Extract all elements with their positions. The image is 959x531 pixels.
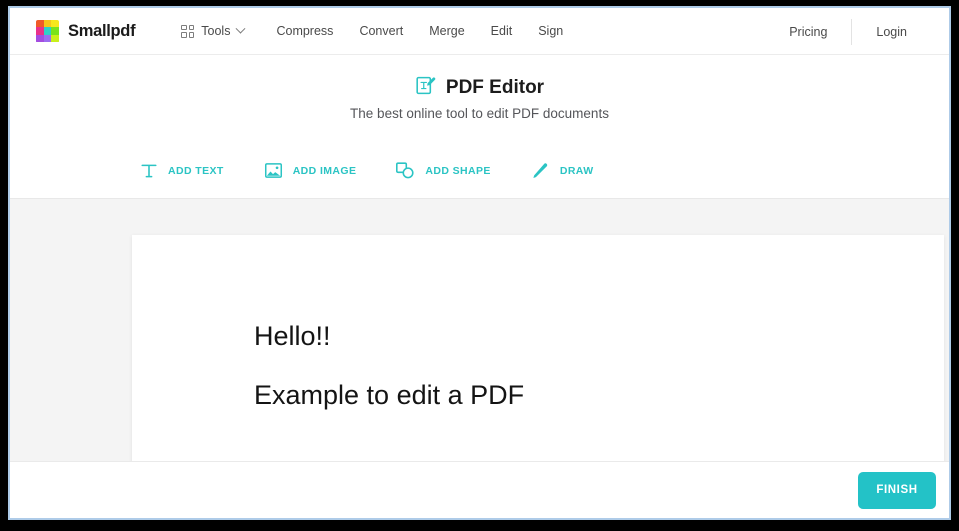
- brand-name: Smallpdf: [68, 21, 136, 40]
- screenshot-frame: Smallpdf Tools Compress Convert Merge Ed…: [0, 0, 959, 531]
- page-subtitle: The best online tool to edit PDF documen…: [350, 106, 609, 121]
- tool-draw-button[interactable]: DRAW: [530, 160, 594, 181]
- nav-link-edit[interactable]: Edit: [491, 24, 513, 38]
- tool-add-shape-label: ADD SHAPE: [425, 164, 491, 177]
- bottom-action-bar: FINISH: [10, 461, 949, 518]
- text-t-icon: [138, 160, 159, 181]
- editor-workspace: Hello!! Example to edit a PDF: [10, 199, 949, 465]
- nav-tools-label: Tools: [201, 24, 231, 38]
- grid-icon: [181, 24, 195, 38]
- top-navigation-bar: Smallpdf Tools Compress Convert Merge Ed…: [10, 8, 949, 55]
- page-title-row: PDF Editor: [10, 75, 949, 101]
- tool-add-image-label: ADD IMAGE: [292, 164, 357, 177]
- nav-link-pricing[interactable]: Pricing: [765, 25, 851, 39]
- nav-link-sign[interactable]: Sign: [538, 24, 563, 38]
- image-icon: [263, 160, 284, 181]
- nav-link-convert[interactable]: Convert: [359, 24, 403, 38]
- editor-toolbar: ADD TEXT ADD IMAGE ADD SHAPE DRAW: [10, 143, 949, 199]
- nav-link-compress[interactable]: Compress: [276, 24, 333, 38]
- tool-add-shape-button[interactable]: ADD SHAPE: [395, 160, 490, 181]
- tool-add-text-button[interactable]: ADD TEXT: [138, 160, 224, 181]
- tool-draw-label: DRAW: [559, 164, 594, 177]
- finish-button[interactable]: FINISH: [858, 471, 936, 509]
- page-hero: PDF Editor The best online tool to edit …: [10, 55, 949, 127]
- pdf-page-canvas[interactable]: Hello!! Example to edit a PDF: [132, 235, 944, 465]
- shape-square-circle-icon: [395, 160, 416, 181]
- pdf-text-content[interactable]: Hello!! Example to edit a PDF: [254, 321, 814, 411]
- pdf-text-line[interactable]: Hello!!: [254, 321, 814, 352]
- browser-app-window: Smallpdf Tools Compress Convert Merge Ed…: [8, 6, 951, 520]
- primary-navigation: Tools Compress Convert Merge Edit Sign: [181, 23, 563, 38]
- account-navigation: Pricing Login: [765, 8, 931, 55]
- page-title: PDF Editor: [445, 77, 545, 98]
- smallpdf-logo-icon: [36, 19, 59, 43]
- brand-logo-link[interactable]: Smallpdf: [36, 19, 136, 43]
- nav-tools-dropdown[interactable]: Tools: [181, 23, 246, 38]
- nav-link-merge[interactable]: Merge: [429, 24, 464, 38]
- pdf-text-line[interactable]: Example to edit a PDF: [254, 380, 814, 411]
- nav-link-login[interactable]: Login: [852, 25, 931, 39]
- tool-add-text-label: ADD TEXT: [168, 164, 224, 177]
- pencil-icon: [530, 160, 551, 181]
- pdf-editor-icon: [415, 75, 436, 101]
- tool-add-image-button[interactable]: ADD IMAGE: [263, 160, 357, 181]
- chevron-down-icon: [236, 23, 246, 34]
